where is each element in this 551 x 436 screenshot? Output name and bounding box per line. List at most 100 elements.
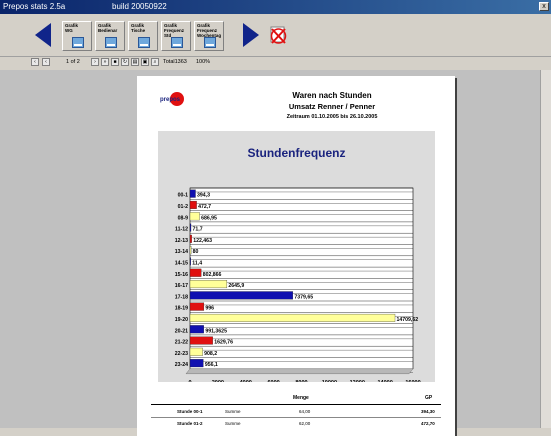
x-tick-label: 8000 xyxy=(295,380,307,382)
category-label: 13-14 xyxy=(175,249,188,255)
exit-button[interactable] xyxy=(268,23,290,47)
value-label: 122,463 xyxy=(193,238,212,244)
chart-floor xyxy=(185,368,414,375)
category-label: 00-1 xyxy=(178,193,188,199)
x-tick-label: 10000 xyxy=(322,380,337,382)
vertical-scrollbar[interactable] xyxy=(540,70,551,428)
value-label: 956,1 xyxy=(205,362,218,368)
value-label: 908,2 xyxy=(204,351,217,357)
value-label: 472,7 xyxy=(198,204,211,210)
category-label: 14-15 xyxy=(175,261,188,267)
logo-text: prepos xyxy=(160,97,181,103)
row-menge: 62,00 xyxy=(299,421,311,426)
report-viewer[interactable]: prepos Waren nach Stunden Umsatz Renner … xyxy=(0,70,540,436)
title-bar: Prepos stats 2.5a build 20050922 x xyxy=(0,0,551,14)
grafik-wg-button[interactable]: Grafik WG xyxy=(62,21,92,51)
arrow-right-icon xyxy=(243,23,259,47)
value-label: 991,3625 xyxy=(205,328,227,334)
chart-panel: Stundenfrequenz 00-1 394,3 01-2 472,7 08-9 68… xyxy=(158,131,435,382)
button-label: Grafik Bedienar xyxy=(98,23,118,33)
row-gp: 472,70 xyxy=(421,421,435,426)
value-label: 71,7 xyxy=(192,227,202,233)
bar xyxy=(189,347,203,356)
bar xyxy=(189,246,192,255)
report-title: Waren nach Stunden xyxy=(292,91,372,100)
x-tick-label: 2000 xyxy=(212,380,224,382)
value-label: 996 xyxy=(205,306,214,312)
chart-icon xyxy=(105,37,117,48)
cancel-icon xyxy=(270,26,287,44)
category-label: 19-20 xyxy=(175,317,188,323)
button-label: Grafik WG xyxy=(65,23,79,33)
x-tick-label: 6000 xyxy=(268,380,280,382)
prepos-logo: prepos xyxy=(160,91,184,106)
zoom-level[interactable]: 100% xyxy=(196,59,210,65)
category-label: 01-2 xyxy=(178,204,188,210)
first-page-button[interactable]: ‹ xyxy=(31,58,39,66)
chart-icon xyxy=(72,37,84,48)
previous-button[interactable] xyxy=(32,22,54,48)
bar xyxy=(189,291,294,300)
next-page-button[interactable]: › xyxy=(91,58,99,66)
category-label: 11-12 xyxy=(175,227,188,233)
search-button[interactable]: ⌕ xyxy=(151,58,159,66)
value-label: 11,4 xyxy=(192,261,202,267)
chart-icon xyxy=(138,37,150,48)
x-tick-label: 14000 xyxy=(377,380,392,382)
stop-button[interactable]: ■ xyxy=(111,58,119,66)
last-page-button[interactable]: » xyxy=(101,58,109,66)
toolbar: Grafik WG Grafik Bedienar Grafik Tische … xyxy=(0,14,551,57)
value-label: 14709,62 xyxy=(397,317,419,323)
value-label: 7379,65 xyxy=(294,294,313,300)
col-gp-header: GP xyxy=(425,395,433,401)
row-divider xyxy=(151,417,441,418)
grafik-frequenz-wochentag-button[interactable]: Grafik Frequenz Wochentag xyxy=(194,21,224,51)
col-menge-header: Menge xyxy=(293,395,309,401)
value-label: 686,95 xyxy=(201,215,217,221)
bar xyxy=(189,200,197,209)
print-button[interactable]: ▤ xyxy=(131,58,139,66)
bar xyxy=(189,257,191,266)
bar xyxy=(189,325,204,334)
row-summe: Summe xyxy=(225,421,241,426)
bar xyxy=(189,234,192,243)
report-page: prepos Waren nach Stunden Umsatz Renner … xyxy=(137,76,455,436)
row-stunde: Stunde 00-1 xyxy=(177,409,203,414)
page-indicator: 1 of 2 xyxy=(66,59,80,65)
prev-page-button[interactable]: ‹ xyxy=(42,58,50,66)
chart-icon xyxy=(171,37,183,48)
arrow-left-icon xyxy=(35,23,51,47)
export-button[interactable]: ▣ xyxy=(141,58,149,66)
grafik-tische-button[interactable]: Grafik Tische xyxy=(128,21,158,51)
category-label: 15-16 xyxy=(175,272,188,278)
grafik-frequenz-std-button[interactable]: Grafik Frequenz Std xyxy=(161,21,191,51)
total-records: Total1363 xyxy=(163,59,187,65)
category-label: 17-18 xyxy=(175,294,188,300)
bar xyxy=(189,313,396,322)
row-menge: 64,00 xyxy=(299,409,311,414)
bar xyxy=(189,280,228,289)
build-label: build 20050922 xyxy=(112,2,167,11)
bar xyxy=(189,336,213,345)
close-icon: x xyxy=(542,3,546,10)
x-tick-label: 0 xyxy=(188,380,191,382)
next-button[interactable] xyxy=(240,22,262,48)
refresh-button[interactable]: ↻ xyxy=(121,58,129,66)
button-label: Grafik Frequenz Std xyxy=(164,23,185,38)
logo-icon: prepos xyxy=(160,92,184,106)
chart-icon xyxy=(204,37,216,48)
row-summe: Summe xyxy=(225,409,241,414)
button-label: Grafik Tische xyxy=(131,23,146,33)
category-label: 12-13 xyxy=(175,238,188,244)
window-close-button[interactable]: x xyxy=(539,2,549,11)
value-label: 802,866 xyxy=(203,272,222,278)
row-stunde: Stunde 01-2 xyxy=(177,421,203,426)
grafik-bedienar-button[interactable]: Grafik Bedienar xyxy=(95,21,125,51)
bar xyxy=(189,268,202,277)
report-subtitle: Umsatz Renner / Penner xyxy=(288,102,376,111)
pager-bar: ‹ ‹ 1 of 2 › » ■ ↻ ▤ ▣ ⌕ Total1363 100% xyxy=(0,57,551,69)
report-period: Zeitraum 01.10.2005 bis 26.10.2005 xyxy=(286,114,378,120)
category-label: 22-23 xyxy=(175,351,188,357)
header-divider xyxy=(151,404,441,405)
button-label: Grafik Frequenz Wochentag xyxy=(197,23,222,38)
